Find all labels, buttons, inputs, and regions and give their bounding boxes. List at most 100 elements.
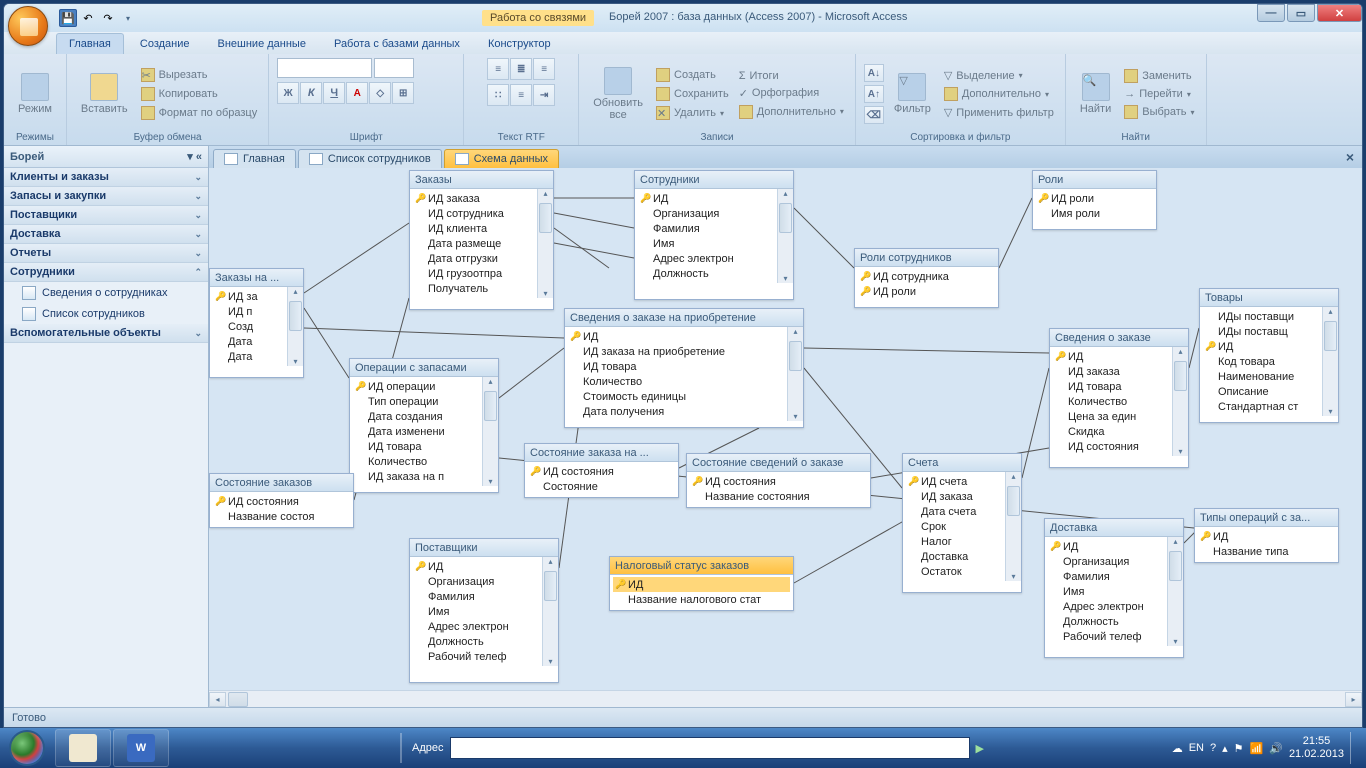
table-header[interactable]: Заказы: [410, 171, 553, 189]
field-row[interactable]: 🔑ИД состояния: [528, 464, 675, 479]
field-row[interactable]: Дата счета: [906, 504, 1018, 519]
field-row[interactable]: 🔑ИД: [413, 559, 555, 574]
new-record-button[interactable]: Создать: [653, 67, 732, 83]
scroll-thumb[interactable]: [539, 203, 552, 233]
go-icon[interactable]: ▶: [976, 742, 984, 755]
sort-asc-button[interactable]: A↓: [864, 64, 884, 82]
table-sotrudniki[interactable]: Сотрудники🔑ИДОрганизацияФамилияИмяАдрес …: [634, 170, 794, 300]
field-row[interactable]: Количество: [353, 454, 495, 469]
table-header[interactable]: Состояние заказа на ...: [525, 444, 678, 462]
bullets-button[interactable]: ∷: [487, 84, 509, 106]
document-tab[interactable]: Главная: [213, 149, 296, 168]
clock[interactable]: 21:5521.02.2013: [1289, 735, 1344, 761]
vertical-scrollbar[interactable]: [542, 557, 558, 666]
save-record-button[interactable]: Сохранить: [653, 86, 732, 102]
save-icon[interactable]: 💾: [59, 9, 77, 27]
italic-button[interactable]: К: [300, 82, 322, 104]
field-row[interactable]: 🔑ИД роли: [1036, 191, 1153, 206]
field-row[interactable]: ИД товара: [353, 439, 495, 454]
table-header[interactable]: Поставщики: [410, 539, 558, 557]
table-header[interactable]: Сведения о заказе: [1050, 329, 1188, 347]
onedrive-icon[interactable]: ☁: [1172, 742, 1183, 755]
field-row[interactable]: ИД заказа на приобретение: [568, 344, 800, 359]
field-row[interactable]: Должность: [1048, 614, 1180, 629]
table-sost_zakaz_na[interactable]: Состояние заказа на ...🔑ИД состоянияСост…: [524, 443, 679, 498]
scroll-thumb[interactable]: [1169, 551, 1182, 581]
tab-dbtools[interactable]: Работа с базами данных: [322, 34, 472, 54]
field-row[interactable]: Название состоя: [213, 509, 350, 524]
filter-button[interactable]: ▽Фильтр: [888, 69, 937, 119]
scroll-thumb[interactable]: [1174, 361, 1187, 391]
table-header[interactable]: Товары: [1200, 289, 1338, 307]
font-select[interactable]: [277, 58, 372, 78]
format-painter-button[interactable]: Формат по образцу: [138, 105, 261, 121]
advanced-filter-button[interactable]: Дополнительно ▾: [941, 86, 1057, 102]
field-row[interactable]: Остаток: [906, 564, 1018, 579]
field-row[interactable]: 🔑ИД состояния: [213, 494, 350, 509]
vertical-scrollbar[interactable]: [787, 327, 803, 421]
table-header[interactable]: Типы операций с за...: [1195, 509, 1338, 527]
scroll-thumb[interactable]: [289, 301, 302, 331]
field-row[interactable]: Адрес электрон: [638, 251, 790, 266]
table-header[interactable]: Сотрудники: [635, 171, 793, 189]
field-row[interactable]: Адрес электрон: [413, 619, 555, 634]
document-tab[interactable]: Список сотрудников: [298, 149, 442, 168]
field-row[interactable]: Название налогового стат: [613, 592, 790, 607]
align-right-button[interactable]: ≡: [533, 58, 555, 80]
refresh-all-button[interactable]: Обновить все: [587, 63, 649, 125]
selection-button[interactable]: ▽Выделение ▾: [941, 68, 1057, 83]
field-row[interactable]: Тип операции: [353, 394, 495, 409]
table-sost_zakazov[interactable]: Состояние заказов 🔑ИД состоянияНазвание с…: [209, 473, 354, 528]
network-icon[interactable]: 📶: [1250, 742, 1264, 755]
table-header[interactable]: Состояние заказов: [210, 474, 353, 492]
field-row[interactable]: Срок: [906, 519, 1018, 534]
vertical-scrollbar[interactable]: [1167, 537, 1183, 646]
field-row[interactable]: ИД состояния: [1053, 439, 1185, 454]
field-row[interactable]: Организация: [413, 574, 555, 589]
paste-button[interactable]: Вставить: [75, 69, 134, 119]
spelling-button[interactable]: ✓Орфография: [736, 86, 847, 101]
field-row[interactable]: Название типа: [1198, 544, 1335, 559]
table-zakazy_na[interactable]: Заказы на ...🔑ИД заИД пСоздДатаДата: [209, 268, 304, 378]
vertical-scrollbar[interactable]: [777, 189, 793, 283]
scroll-thumb[interactable]: [1324, 321, 1337, 351]
nav-category[interactable]: Сотрудники⌃: [4, 263, 208, 282]
clear-sort-button[interactable]: ⌫: [864, 106, 884, 124]
document-tab[interactable]: Схема данных: [444, 149, 559, 168]
show-desktop-button[interactable]: [1350, 732, 1358, 764]
nav-category[interactable]: Доставка⌄: [4, 225, 208, 244]
field-row[interactable]: Имя роли: [1036, 206, 1153, 221]
table-header[interactable]: Счета: [903, 454, 1021, 472]
indent-button[interactable]: ⇥: [533, 84, 555, 106]
field-row[interactable]: Количество: [1053, 394, 1185, 409]
field-row[interactable]: 🔑ИД: [613, 577, 790, 592]
chevron-down-icon[interactable]: ▾ «: [187, 150, 202, 163]
table-header[interactable]: Налоговый статус заказов: [610, 557, 793, 575]
field-row[interactable]: Наименование: [1203, 369, 1335, 384]
goto-button[interactable]: →Перейти ▾: [1121, 87, 1197, 101]
align-center-button[interactable]: ≣: [510, 58, 532, 80]
table-postavshiki[interactable]: Поставщики🔑ИДОрганизацияФамилияИмяАдрес …: [409, 538, 559, 683]
nav-item[interactable]: Список сотрудников: [4, 303, 208, 324]
select-button[interactable]: Выбрать ▾: [1121, 104, 1197, 120]
tab-external[interactable]: Внешние данные: [206, 34, 318, 54]
find-button[interactable]: 🔍Найти: [1074, 69, 1117, 119]
scroll-thumb[interactable]: [779, 203, 792, 233]
field-row[interactable]: Доставка: [906, 549, 1018, 564]
table-nalog_status[interactable]: Налоговый статус заказов 🔑ИДНазвание нало…: [609, 556, 794, 611]
field-row[interactable]: ИД заказа: [1053, 364, 1185, 379]
field-row[interactable]: ИД сотрудника: [413, 206, 550, 221]
field-row[interactable]: Фамилия: [638, 221, 790, 236]
field-row[interactable]: Организация: [1048, 554, 1180, 569]
qat-dropdown-icon[interactable]: ▾: [119, 9, 137, 27]
copy-button[interactable]: Копировать: [138, 86, 261, 102]
scroll-thumb[interactable]: [1007, 486, 1020, 516]
totals-button[interactable]: ΣИтоги: [736, 69, 847, 83]
field-row[interactable]: Стандартная ст: [1203, 399, 1335, 414]
font-color-button[interactable]: A: [346, 82, 368, 104]
minimize-button[interactable]: —: [1257, 4, 1285, 22]
field-row[interactable]: Рабочий телеф: [413, 649, 555, 664]
table-header[interactable]: Состояние сведений о заказе: [687, 454, 870, 472]
taskbar-app-explorer[interactable]: [55, 729, 111, 767]
vertical-scrollbar[interactable]: [482, 377, 498, 486]
